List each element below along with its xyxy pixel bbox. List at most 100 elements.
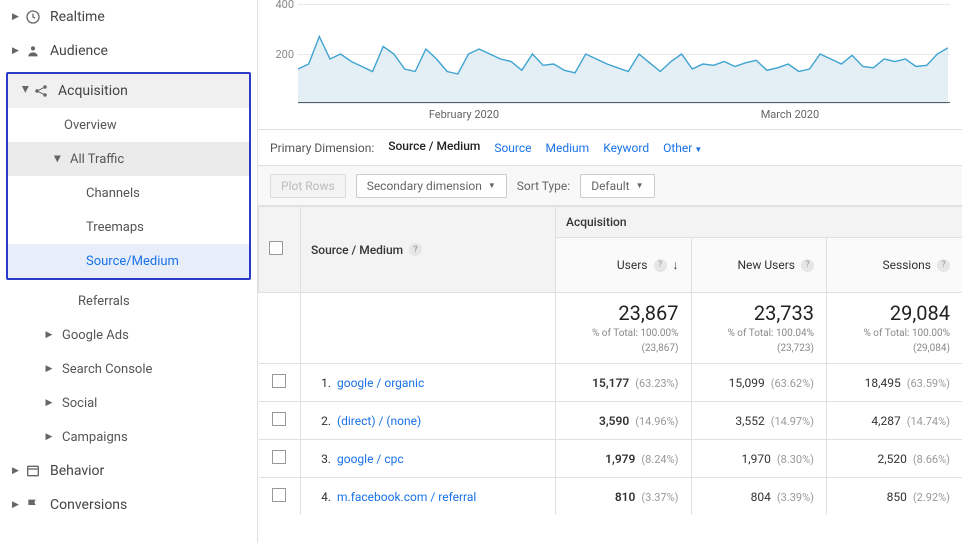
chevron-right-icon: ▶ — [42, 398, 56, 408]
new-users-pct: (8.30%) — [777, 453, 814, 466]
sidebar-item-label: Realtime — [44, 9, 105, 25]
flag-icon — [22, 497, 44, 513]
dimension-option-source[interactable]: Source — [494, 141, 531, 155]
users-value: 15,177 — [592, 376, 629, 390]
users-value: 1,979 — [605, 452, 635, 466]
source-medium-link[interactable]: (direct) / (none) — [337, 414, 421, 428]
checkbox[interactable] — [272, 412, 286, 426]
users-value: 810 — [615, 490, 636, 504]
dimension-option-keyword[interactable]: Keyword — [603, 141, 649, 155]
checkbox[interactable] — [272, 450, 286, 464]
sessions-pct: (8.66%) — [913, 453, 950, 466]
source-medium-link[interactable]: m.facebook.com / referral — [337, 490, 476, 504]
new-users-pct: (14.97%) — [771, 415, 814, 428]
sidebar-item-acquisition[interactable]: ▶ Acquisition — [8, 74, 249, 108]
row-index: 1. — [313, 376, 331, 390]
sidebar-item-search-console[interactable]: ▶ Search Console — [0, 352, 257, 386]
sidebar-item-label: Source/Medium — [80, 254, 179, 269]
acquisition-highlight-box: ▶ Acquisition Overview ▶ All Traffic Cha… — [6, 72, 251, 280]
sidebar-item-label: Audience — [44, 43, 108, 59]
total-sessions: 29,084 % of Total: 100.00% (29,084) — [827, 293, 962, 364]
source-medium-link[interactable]: google / organic — [337, 376, 424, 390]
source-medium-link[interactable]: google / cpc — [337, 452, 404, 466]
sort-type-dropdown[interactable]: Default▼ — [580, 174, 654, 198]
checkbox[interactable] — [269, 241, 283, 255]
new-users-value: 15,099 — [729, 376, 765, 390]
chevron-right-icon: ▶ — [12, 46, 22, 56]
chevron-down-icon: ▶ — [20, 86, 30, 96]
sidebar-item-overview[interactable]: Overview — [8, 108, 249, 142]
column-header-sessions[interactable]: Sessions? — [827, 238, 962, 293]
sessions-pct: (14.74%) — [907, 415, 950, 428]
y-axis-tick: 200 — [270, 48, 294, 61]
dimension-option-medium[interactable]: Medium — [546, 141, 590, 155]
total-new-users: 23,733 % of Total: 100.04% (23,723) — [691, 293, 827, 364]
column-header-new-users[interactable]: New Users? — [691, 238, 827, 293]
sort-arrow-down-icon: ↓ — [673, 258, 679, 272]
primary-dimension-bar: Primary Dimension: Source / Medium Sourc… — [258, 130, 962, 166]
sessions-value: 850 — [887, 490, 907, 504]
sidebar-item-behavior[interactable]: ▶ Behavior — [0, 454, 257, 488]
chevron-right-icon: ▶ — [12, 12, 22, 22]
sidebar-item-audience[interactable]: ▶ Audience — [0, 34, 257, 68]
row-index: 2. — [313, 414, 331, 428]
table-row[interactable]: 1.google / organic15,177(63.23%)15,099(6… — [259, 364, 962, 402]
table-row[interactable]: 3.google / cpc1,979(8.24%)1,970(8.30%)2,… — [259, 440, 962, 478]
chevron-down-icon: ▼ — [636, 181, 644, 190]
dimension-selected[interactable]: Source / Medium — [388, 139, 480, 157]
column-header-users[interactable]: Users?↓ — [556, 238, 692, 293]
help-icon[interactable]: ? — [654, 259, 667, 272]
sidebar-item-campaigns[interactable]: ▶ Campaigns — [0, 420, 257, 454]
primary-dimension-label: Primary Dimension: — [270, 141, 374, 155]
clock-icon — [22, 9, 44, 25]
acquisition-submenu: Overview ▶ All Traffic Channels Treemaps… — [8, 108, 249, 278]
column-header-source-medium[interactable]: Source / Medium? — [301, 207, 556, 293]
sidebar-item-label: Overview — [58, 118, 117, 133]
plot-rows-button[interactable]: Plot Rows — [270, 174, 346, 198]
select-all-cell[interactable] — [259, 207, 301, 293]
sidebar-item-channels[interactable]: Channels — [8, 176, 249, 210]
chevron-down-icon: ▼ — [488, 181, 496, 190]
y-axis-tick: 400 — [270, 0, 294, 11]
totals-row: 23,867 % of Total: 100.00% (23,867) 23,7… — [259, 293, 962, 364]
sidebar-item-social[interactable]: ▶ Social — [0, 386, 257, 420]
help-icon[interactable]: ? — [801, 259, 814, 272]
data-table-wrap: Source / Medium? Acquisition Users?↓ New… — [258, 206, 962, 543]
main-content: 400 200 February 2020 March 2020 Primary… — [258, 0, 962, 543]
sidebar-item-label: Search Console — [56, 362, 152, 377]
checkbox[interactable] — [272, 488, 286, 502]
table-row[interactable]: 4.m.facebook.com / referral810(3.37%)804… — [259, 478, 962, 516]
sidebar-item-treemaps[interactable]: Treemaps — [8, 210, 249, 244]
row-index: 3. — [313, 452, 331, 466]
sidebar-item-label: Conversions — [44, 497, 127, 513]
help-icon[interactable]: ? — [937, 259, 950, 272]
person-icon — [22, 43, 44, 59]
sessions-value: 4,287 — [871, 414, 900, 428]
sidebar: ▶ Realtime ▶ Audience ▶ Acquisition — [0, 0, 258, 543]
new-users-value: 1,970 — [742, 452, 771, 466]
sidebar-item-label: Acquisition — [52, 83, 128, 99]
users-pct: (3.37%) — [641, 491, 678, 504]
new-users-pct: (63.62%) — [771, 377, 814, 390]
chevron-down-icon: ▼ — [694, 145, 702, 154]
sidebar-item-conversions[interactable]: ▶ Conversions — [0, 488, 257, 522]
sidebar-item-google-ads[interactable]: ▶ Google Ads — [0, 318, 257, 352]
sidebar-item-label: Campaigns — [56, 430, 128, 445]
chevron-right-icon: ▶ — [12, 466, 22, 476]
line-chart[interactable] — [298, 4, 948, 104]
table-row[interactable]: 2.(direct) / (none)3,590(14.96%)3,552(14… — [259, 402, 962, 440]
dimension-option-other[interactable]: Other▼ — [663, 141, 702, 155]
sessions-value: 2,520 — [878, 452, 907, 466]
secondary-dimension-dropdown[interactable]: Secondary dimension▼ — [356, 174, 507, 198]
sidebar-item-realtime[interactable]: ▶ Realtime — [0, 0, 257, 34]
sidebar-item-referrals[interactable]: Referrals — [0, 284, 257, 318]
checkbox[interactable] — [272, 374, 286, 388]
help-icon[interactable]: ? — [409, 243, 422, 256]
sidebar-item-all-traffic[interactable]: ▶ All Traffic — [8, 142, 249, 176]
data-table: Source / Medium? Acquisition Users?↓ New… — [258, 206, 962, 515]
chevron-down-icon: ▶ — [52, 152, 62, 166]
users-value: 3,590 — [599, 414, 629, 428]
sidebar-item-source-medium[interactable]: Source/Medium — [8, 244, 249, 278]
total-users: 23,867 % of Total: 100.00% (23,867) — [556, 293, 692, 364]
sessions-value: 18,495 — [865, 376, 901, 390]
